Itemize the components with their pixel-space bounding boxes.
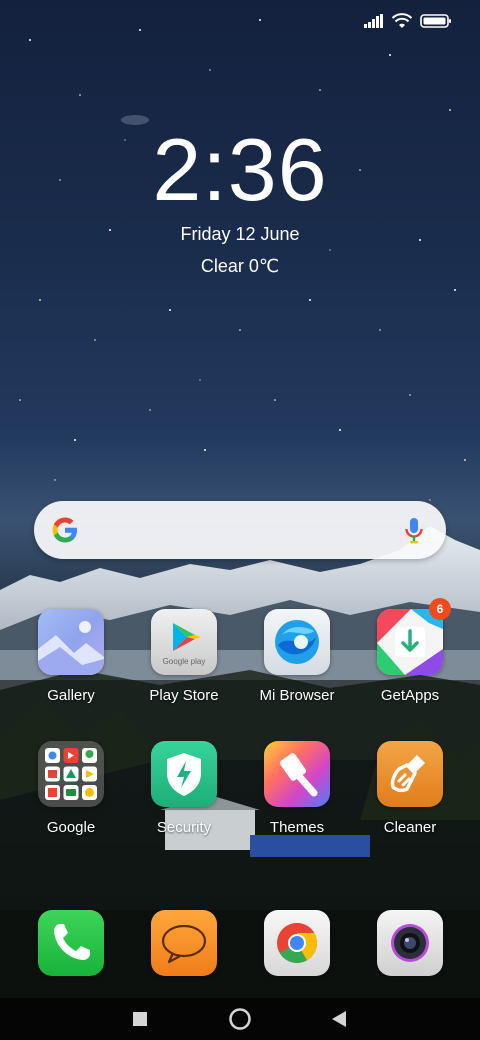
chrome-icon bbox=[264, 910, 330, 976]
app-google-folder[interactable]: Google bbox=[11, 741, 131, 836]
app-label: Google bbox=[46, 819, 96, 836]
recents-square-icon bbox=[133, 1012, 147, 1026]
google-g-icon bbox=[52, 517, 77, 543]
back-triangle-icon bbox=[332, 1011, 346, 1027]
dock-camera[interactable] bbox=[350, 910, 470, 976]
app-label: Mi Browser bbox=[259, 687, 335, 704]
cleaner-icon bbox=[377, 741, 443, 807]
wifi-icon bbox=[392, 13, 412, 28]
app-label: Cleaner bbox=[383, 819, 437, 836]
google-search-bar[interactable] bbox=[34, 501, 446, 559]
security-icon bbox=[151, 741, 217, 807]
signal-icon bbox=[364, 14, 383, 28]
recents-button[interactable] bbox=[125, 1004, 155, 1034]
app-themes[interactable]: Themes bbox=[237, 741, 357, 836]
navigation-bar bbox=[0, 998, 480, 1040]
phone-icon bbox=[38, 910, 104, 976]
status-bar bbox=[364, 10, 452, 32]
back-button[interactable] bbox=[324, 1004, 354, 1034]
dock-chrome[interactable] bbox=[237, 910, 357, 976]
google-folder-icon bbox=[38, 741, 104, 807]
app-play-store[interactable]: Google play Play Store bbox=[124, 609, 244, 704]
app-mi-browser[interactable]: Mi Browser bbox=[237, 609, 357, 704]
app-label: Play Store bbox=[149, 687, 219, 704]
clock-date[interactable]: Friday 12 June bbox=[0, 224, 480, 245]
app-label: GetApps bbox=[380, 687, 440, 704]
clock-time[interactable]: 2:36 bbox=[0, 120, 480, 220]
microphone-icon[interactable] bbox=[404, 517, 424, 545]
home-screen: 2:36 Friday 12 June Clear 0℃ Gallery Goo… bbox=[0, 0, 480, 1040]
messaging-icon bbox=[151, 910, 217, 976]
camera-icon bbox=[377, 910, 443, 976]
wallpaper-stars bbox=[19, 19, 466, 501]
dock-phone[interactable] bbox=[11, 910, 131, 976]
app-label: Security bbox=[156, 819, 212, 836]
getapps-icon bbox=[377, 609, 443, 675]
app-label: Themes bbox=[269, 819, 325, 836]
app-getapps[interactable]: 6 GetApps bbox=[350, 598, 470, 704]
play-store-caption: Google play bbox=[163, 657, 206, 666]
home-circle-icon bbox=[229, 1008, 251, 1030]
weather-text[interactable]: Clear 0℃ bbox=[0, 256, 480, 277]
play-store-icon: Google play bbox=[151, 609, 217, 675]
app-gallery[interactable]: Gallery bbox=[11, 609, 131, 704]
dock-messaging[interactable] bbox=[124, 910, 244, 976]
app-security[interactable]: Security bbox=[124, 741, 244, 836]
app-cleaner[interactable]: Cleaner bbox=[350, 741, 470, 836]
app-label: Gallery bbox=[47, 687, 95, 704]
themes-icon bbox=[264, 741, 330, 807]
gallery-icon bbox=[38, 609, 104, 675]
mi-browser-icon bbox=[264, 609, 330, 675]
home-button[interactable] bbox=[225, 1004, 255, 1034]
getapps-badge: 6 bbox=[429, 598, 451, 620]
battery-icon bbox=[420, 14, 451, 28]
